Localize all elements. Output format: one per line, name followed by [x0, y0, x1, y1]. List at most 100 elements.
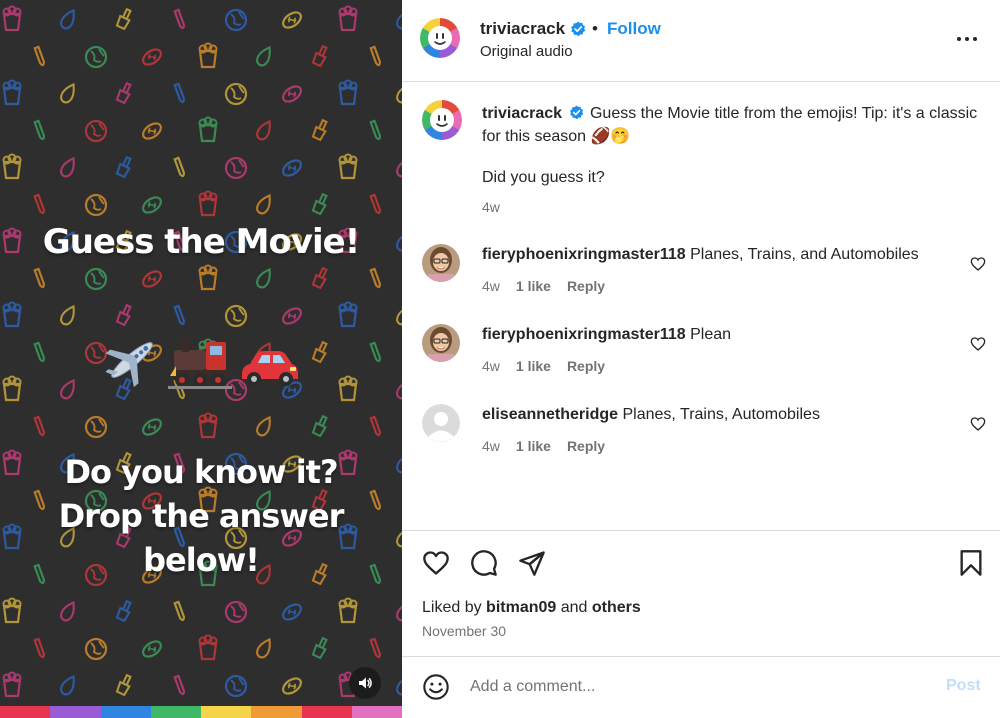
header-username-text[interactable]: triviacrack: [480, 19, 565, 39]
comment-likes[interactable]: 1 like: [516, 278, 551, 294]
doodle-icon: [253, 117, 276, 143]
comment-bubble-icon[interactable]: [470, 549, 498, 577]
doodle-icon: [84, 415, 108, 439]
doodle-icon: [253, 43, 276, 69]
verified-badge-icon: [569, 105, 583, 120]
rainbow-segment: [0, 706, 51, 718]
header-separator: •: [592, 19, 598, 38]
doodle-icon: [198, 42, 218, 69]
doodle-icon: [57, 598, 80, 624]
post-actions: Liked by bitman09 and others November 30: [402, 530, 1000, 656]
doodle-icon: [311, 191, 331, 216]
original-audio-link[interactable]: Original audio: [480, 43, 573, 60]
more-options-icon[interactable]: [956, 28, 978, 50]
comment-like-heart-icon[interactable]: [970, 336, 986, 352]
default-avatar-icon[interactable]: [422, 404, 460, 442]
doodle-icon: [311, 117, 331, 142]
doodle-icon: [115, 598, 135, 623]
doodle-icon: [279, 674, 305, 698]
doodle-icon: [279, 8, 305, 32]
doodle-icon: [32, 267, 47, 290]
comment-like-heart-icon[interactable]: [970, 256, 986, 272]
doodle-icon: [338, 5, 358, 32]
comment-username[interactable]: fieryphoenixringmaster118: [482, 246, 686, 263]
doodle-icon: [32, 193, 47, 216]
doodle-icon: [115, 6, 135, 31]
caption-avatar[interactable]: [422, 100, 462, 140]
comment-likes[interactable]: 1 like: [516, 358, 551, 374]
caption-username[interactable]: triviacrack: [482, 105, 562, 122]
rainbow-segment: [201, 706, 252, 718]
comment-input[interactable]: [470, 671, 920, 703]
comment-username[interactable]: eliseannetheridge: [482, 406, 618, 423]
doodle-icon: [368, 415, 383, 438]
reel-media[interactable]: Guess the Movie! Do you know it? Drop th…: [0, 0, 402, 718]
comment-body: Planes, Trains, Automobiles: [622, 406, 820, 423]
doodle-icon: [393, 598, 402, 624]
doodle-icon: [224, 8, 248, 32]
caption-timestamp[interactable]: 4w: [482, 199, 500, 215]
comment-meta: 4w 1 like Reply: [482, 438, 605, 454]
doodle-icon: [338, 153, 358, 180]
doodle-icon: [84, 267, 108, 291]
emoji-clue-row: [0, 320, 402, 390]
comment-item: fieryphoenixringmaster118 Plean 4w 1 lik…: [402, 324, 1000, 394]
media-title: Guess the Movie!: [42, 222, 360, 262]
doodle-icon: [172, 82, 187, 105]
doodle-icon: [84, 119, 108, 143]
doodle-icon: [57, 154, 80, 180]
commenter-avatar[interactable]: [422, 244, 460, 282]
doodle-icon: [172, 8, 187, 31]
doodle-icon: [311, 265, 331, 290]
doodle-icon: [172, 600, 187, 623]
doodle-icon: [279, 82, 305, 106]
follow-button[interactable]: Follow: [607, 19, 661, 39]
comment-text: fieryphoenixringmaster118 Plean: [482, 326, 731, 344]
save-bookmark-icon[interactable]: [958, 549, 984, 577]
comment-item: fieryphoenixringmaster118 Planes, Trains…: [402, 244, 1000, 314]
doodle-icon: [32, 45, 47, 68]
rainbow-segment: [150, 706, 201, 718]
like-heart-icon[interactable]: [422, 549, 450, 577]
emoji-smiley-icon[interactable]: [422, 673, 450, 701]
liked-by-user[interactable]: bitman09: [486, 599, 556, 616]
rainbow-segment: [351, 706, 402, 718]
doodle-icon: [393, 672, 402, 698]
doodle-icon: [368, 193, 383, 216]
header-username[interactable]: triviacrack: [480, 19, 586, 39]
doodle-icon: [57, 80, 80, 106]
reply-button[interactable]: Reply: [567, 358, 605, 374]
comment-likes[interactable]: 1 like: [516, 438, 551, 454]
doodle-icon: [139, 267, 165, 291]
reply-button[interactable]: Reply: [567, 438, 605, 454]
rainbow-bar: [0, 706, 402, 718]
doodle-icon: [57, 672, 80, 698]
comment-text: fieryphoenixringmaster118 Planes, Trains…: [482, 246, 919, 264]
doodle-icon: [224, 82, 248, 106]
reply-button[interactable]: Reply: [567, 278, 605, 294]
liked-by-summary: Liked by bitman09 and others: [422, 599, 641, 617]
post-comment-button[interactable]: Post: [946, 677, 981, 695]
rainbow-segment: [251, 706, 302, 718]
doodle-icon: [279, 600, 305, 624]
comment-like-heart-icon[interactable]: [970, 416, 986, 432]
doodle-icon: [368, 45, 383, 68]
triviacrack-avatar[interactable]: [420, 18, 460, 58]
commenter-avatar[interactable]: [422, 324, 460, 362]
doodle-icon: [84, 637, 108, 661]
comment-username[interactable]: fieryphoenixringmaster118: [482, 326, 686, 343]
liked-by-others[interactable]: others: [592, 599, 641, 616]
doodle-icon: [224, 674, 248, 698]
media-subtitle: Do you know it? Drop the answer below!: [58, 453, 345, 579]
car-emoji: [242, 351, 298, 386]
doodle-icon: [32, 119, 47, 142]
post-date[interactable]: November 30: [422, 623, 506, 639]
comment-time[interactable]: 4w: [482, 278, 500, 294]
doodle-icon: [2, 597, 22, 624]
doodle-icon: [32, 637, 47, 660]
comment-time[interactable]: 4w: [482, 358, 500, 374]
audio-toggle-button[interactable]: [349, 667, 381, 699]
comment-time[interactable]: 4w: [482, 438, 500, 454]
doodle-icon: [253, 635, 276, 661]
share-paper-plane-icon[interactable]: [518, 549, 546, 577]
